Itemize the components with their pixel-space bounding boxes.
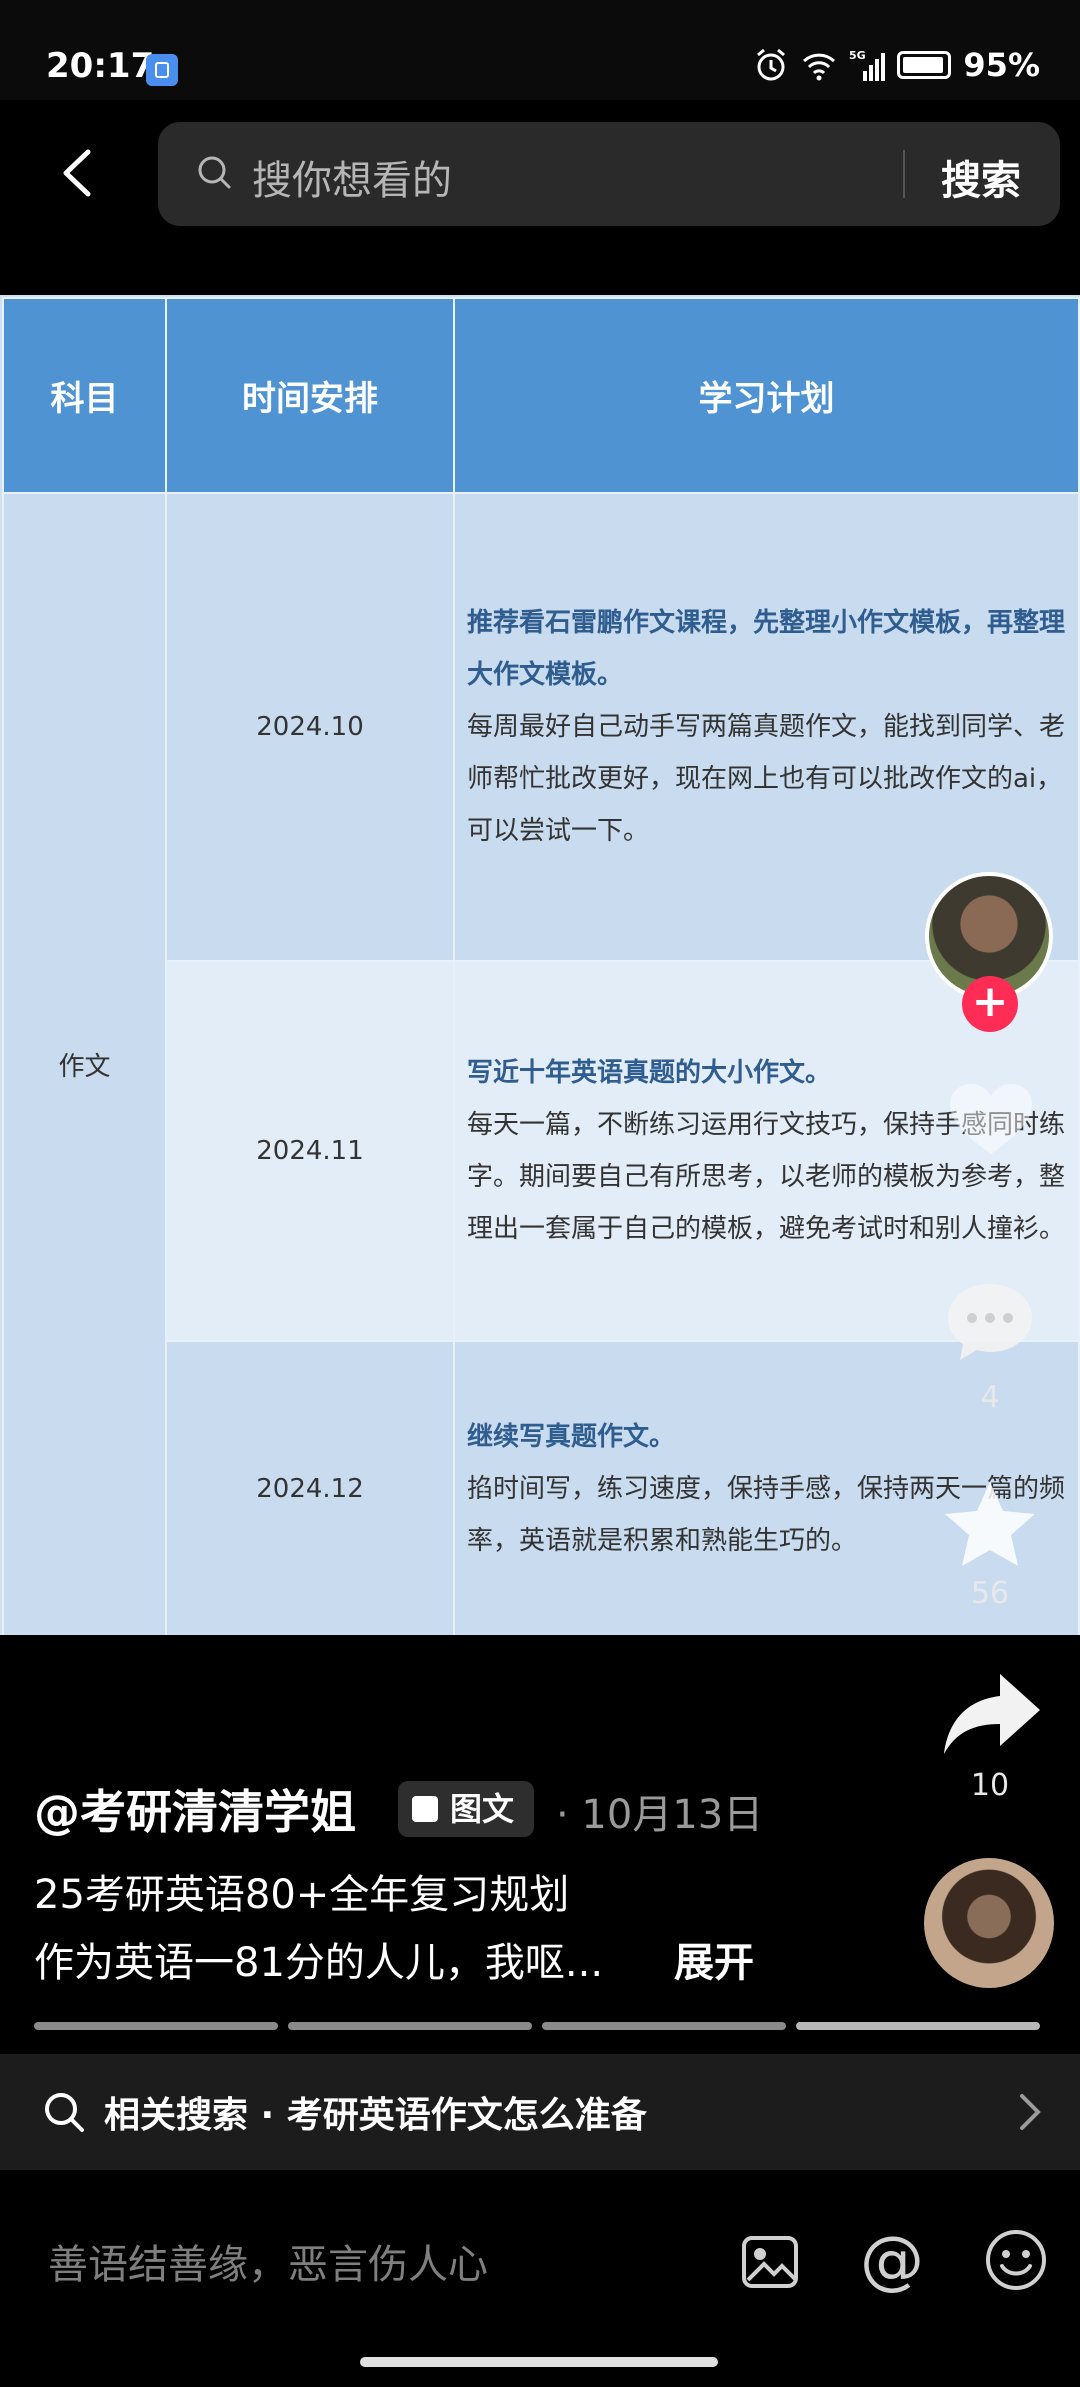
- comment-input[interactable]: 善语结善缘，恶言伤人心: [48, 2232, 488, 2290]
- table-row: 作文 2024.10 推荐看石雷鹏作文课程，先整理小作文模板，再整理大作文模板。…: [2, 492, 1080, 1635]
- date-cell: 2024.10: [165, 492, 455, 962]
- page-segment: [288, 2022, 532, 2030]
- chevron-right-icon: [1020, 2094, 1041, 2130]
- page-segment: [796, 2022, 1040, 2030]
- table-header: 学习计划: [453, 297, 1080, 494]
- star-icon[interactable]: [940, 1478, 1040, 1574]
- expand-button[interactable]: 展开: [674, 1930, 754, 1988]
- post-type-label: 图文: [450, 1790, 515, 1828]
- status-bar: 20:17 5G 95%: [0, 0, 1080, 100]
- favorite-count: 56: [970, 1576, 1010, 1611]
- subject-cell: 作文: [2, 492, 167, 1635]
- signal-icon: 5G: [849, 49, 886, 81]
- search-box[interactable]: 搜你想看的 搜索: [158, 122, 1060, 226]
- vpn-icon: [146, 54, 178, 86]
- comment-count: 4: [980, 1380, 1000, 1415]
- post-date: · 10月13日: [556, 1792, 764, 1838]
- page-segment: [34, 2022, 278, 2030]
- post-image[interactable]: 科目 时间安排 学习计划 作文 2024.10 推荐看石雷鹏作文课程，先整理小作…: [0, 295, 1080, 1635]
- post-type-badge: 图文: [398, 1781, 534, 1837]
- comment-icon[interactable]: [944, 1280, 1036, 1364]
- heart-icon[interactable]: [946, 1080, 1036, 1160]
- share-count: 10: [970, 1768, 1010, 1803]
- table-header: 科目: [2, 297, 167, 494]
- related-search-bar[interactable]: 相关搜索 · 考研英语作文怎么准备: [0, 2054, 1080, 2170]
- image-text-icon: [412, 1796, 438, 1822]
- table-header-row: 科目 时间安排 学习计划: [2, 297, 1080, 494]
- home-indicator[interactable]: [360, 2357, 718, 2367]
- search-icon: [45, 2093, 84, 2132]
- emoji-icon[interactable]: [984, 2228, 1048, 2292]
- at-mention-icon[interactable]: @: [860, 2226, 924, 2296]
- plan-text: 每周最好自己动手写两篇真题作文，能找到同学、老师帮忙批改更好，现在网上也有可以批…: [467, 712, 1066, 846]
- svg-text:5G: 5G: [849, 49, 866, 62]
- post-title: 25考研英语80+全年复习规划: [34, 1872, 570, 1918]
- follow-button[interactable]: +: [962, 976, 1018, 1032]
- status-icons: 5G 95%: [753, 46, 1040, 84]
- battery-icon: [897, 51, 952, 79]
- battery-level: 95%: [963, 46, 1040, 84]
- share-icon[interactable]: [940, 1670, 1044, 1758]
- alarm-icon: [757, 48, 786, 81]
- study-plan-table: 科目 时间安排 学习计划 作文 2024.10 推荐看石雷鹏作文课程，先整理小作…: [2, 297, 1080, 1635]
- wifi-icon: [803, 53, 836, 81]
- date-cell: 2024.12: [165, 1340, 455, 1635]
- search-divider: [903, 150, 905, 198]
- plan-heading: 继续写真题作文。: [467, 1421, 676, 1452]
- comment-bar: 善语结善缘，恶言伤人心 @: [0, 2170, 1080, 2387]
- table-header: 时间安排: [165, 297, 455, 494]
- page-segment: [542, 2022, 786, 2030]
- status-time: 20:17: [46, 46, 155, 86]
- music-disc[interactable]: [924, 1858, 1054, 1988]
- author-name[interactable]: @考研清清学姐: [34, 1776, 356, 1842]
- post-description: 作为英语一81分的人儿，我呕...: [34, 1940, 604, 1986]
- search-icon: [198, 156, 231, 189]
- image-icon[interactable]: [740, 2232, 800, 2292]
- plan-heading: 推荐看石雷鹏作文课程，先整理小作文模板，再整理大作文模板。: [467, 608, 1066, 690]
- search-button[interactable]: 搜索: [941, 148, 1021, 206]
- back-arrow-icon[interactable]: [54, 148, 104, 198]
- image-page-indicator: [34, 2022, 1040, 2030]
- date-cell: 2024.11: [165, 960, 455, 1342]
- search-input[interactable]: 搜你想看的: [252, 148, 452, 206]
- related-search-label[interactable]: 相关搜索 · 考研英语作文怎么准备: [104, 2086, 647, 2138]
